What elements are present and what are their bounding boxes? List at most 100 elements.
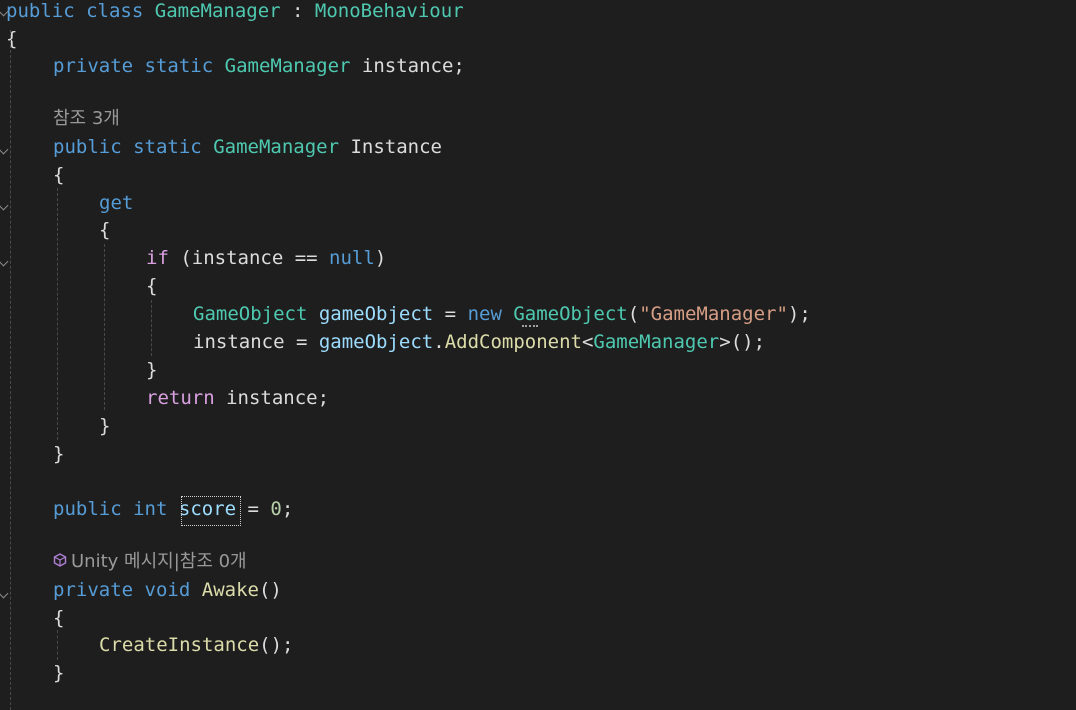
code-line: {: [6, 26, 17, 52]
code-token: :: [280, 0, 315, 22]
code-token: =: [433, 303, 468, 325]
code-line: {: [53, 162, 64, 188]
code-token: public: [53, 498, 122, 520]
code-token: private: [53, 55, 134, 77]
indent-guide: [151, 300, 152, 356]
code-token: GameManager: [154, 0, 281, 22]
code-token: private: [53, 579, 134, 601]
suggestion-squiggle: [522, 325, 538, 327]
unity-cube-icon: [53, 549, 67, 575]
code-token: {: [146, 275, 158, 297]
code-token: static: [144, 55, 214, 77]
code-token: public: [6, 0, 75, 22]
code-token: GameObject: [193, 303, 308, 325]
code-token: Awake: [201, 579, 259, 601]
code-token: ;: [281, 498, 294, 520]
code-token: >();: [719, 331, 766, 353]
code-token: GameManager: [213, 136, 340, 158]
indent-guide: [57, 188, 58, 440]
code-line: }: [146, 357, 157, 383]
code-token: GameObject: [513, 303, 628, 325]
code-line: {: [53, 605, 64, 631]
code-line: {: [99, 217, 110, 243]
code-line: private static GameManager instance;: [53, 53, 465, 79]
code-line: if (instance == null): [146, 245, 386, 271]
codelens-hint: 참조 3개: [53, 106, 120, 132]
code-token: instance;: [214, 387, 330, 409]
code-token: }: [146, 359, 158, 381]
codelens-text[interactable]: 참조 3개: [53, 108, 120, 129]
code-token: GameManager: [224, 55, 351, 77]
code-token: }: [53, 662, 65, 684]
code-token: null: [329, 247, 375, 269]
code-token: }: [53, 443, 65, 465]
code-token: MonoBehaviour: [314, 0, 464, 22]
code-token: gameObject: [318, 303, 434, 325]
code-token: gameObject: [318, 331, 434, 353]
code-token: ();: [259, 634, 294, 656]
code-token: (instance ==: [168, 247, 330, 269]
fold-marker-icon[interactable]: [0, 256, 9, 267]
code-token: "GameManager": [639, 303, 788, 325]
code-token: {: [99, 219, 111, 241]
code-line: }: [53, 441, 64, 467]
code-token: new: [467, 303, 502, 325]
code-token: public: [53, 136, 122, 158]
code-token: get: [99, 192, 134, 214]
indent-guide: [57, 630, 58, 660]
code-token: 0: [270, 498, 282, 520]
code-line: }: [53, 660, 64, 686]
code-line: get: [99, 190, 133, 216]
code-token: instance;: [350, 55, 465, 77]
code-token: void: [144, 579, 191, 601]
code-line: }: [99, 413, 110, 439]
code-line: public class GameManager : MonoBehaviour: [6, 0, 464, 24]
code-token: class: [86, 0, 144, 22]
code-token: static: [133, 136, 202, 158]
codelens-hint: Unity 메시지|참조 0개: [53, 549, 247, 575]
code-line: {: [146, 273, 157, 299]
code-token: CreateInstance: [99, 634, 260, 656]
code-token: {: [53, 607, 65, 629]
code-line: instance = gameObject.AddComponent<GameM…: [193, 329, 765, 355]
code-line: public static GameManager Instance: [53, 134, 442, 160]
code-token: GameManager: [593, 331, 720, 353]
code-token: =: [236, 498, 271, 520]
code-token: ): [374, 247, 387, 269]
code-line: private void Awake(): [53, 577, 282, 603]
code-line: return instance;: [146, 385, 329, 411]
code-line: CreateInstance();: [99, 632, 293, 658]
code-token: instance =: [193, 331, 319, 353]
code-token: int: [133, 498, 168, 520]
fold-marker-icon[interactable]: [0, 144, 9, 155]
code-token: }: [99, 415, 111, 437]
fold-marker-icon[interactable]: [0, 200, 9, 211]
code-editor[interactable]: public class GameManager : MonoBehaviour…: [0, 0, 1076, 710]
code-token: AddComponent: [444, 331, 582, 353]
code-token: (): [258, 579, 282, 601]
code-token: Instance: [339, 136, 442, 158]
code-token: {: [53, 164, 65, 186]
code-token: );: [787, 303, 811, 325]
fold-marker-icon[interactable]: [0, 588, 9, 599]
code-token: .: [433, 331, 445, 353]
code-token: <: [581, 331, 594, 353]
code-token: {: [6, 28, 18, 50]
codelens-text[interactable]: Unity 메시지|참조 0개: [71, 551, 247, 572]
code-token: if: [146, 247, 169, 269]
code-token: (: [627, 303, 640, 325]
code-line: GameObject gameObject = new GameObject("…: [193, 301, 811, 327]
symbol-highlight: [181, 496, 241, 526]
